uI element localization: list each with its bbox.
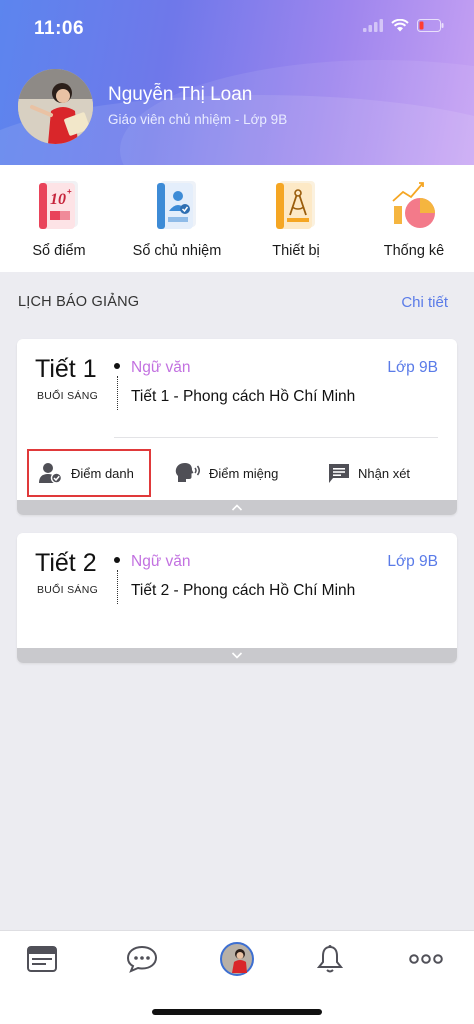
- quick-menu-gradebook[interactable]: 10 + Sổ điểm: [0, 179, 118, 259]
- statistics-icon: [389, 179, 439, 231]
- attendance-icon: [39, 463, 63, 484]
- comment-button[interactable]: Nhận xét: [328, 449, 410, 497]
- action-label: Nhận xét: [358, 465, 411, 481]
- lesson-actions: Điểm danh Điểm miệng Nhận xét: [17, 449, 457, 497]
- chevron-up-icon: [231, 504, 243, 511]
- status-icons: [363, 19, 444, 32]
- tab-news[interactable]: [22, 941, 62, 977]
- battery-icon: [417, 19, 444, 32]
- attendance-button[interactable]: Điểm danh: [27, 449, 151, 497]
- tab-more[interactable]: [406, 941, 446, 977]
- svg-text:10: 10: [50, 191, 66, 208]
- tab-bar: [0, 930, 474, 1024]
- action-label: Điểm miệng: [209, 465, 279, 481]
- divider: [114, 437, 438, 438]
- cellular-signal-icon: [363, 19, 383, 32]
- collapse-toggle[interactable]: [17, 500, 457, 515]
- equipment-icon: [271, 179, 321, 231]
- wifi-icon: [391, 19, 409, 32]
- timeline: [113, 363, 121, 410]
- quick-menu: 10 + Sổ điểm Sổ chủ nhiệm Thiết bị Thống…: [0, 165, 474, 272]
- comment-icon: [329, 463, 349, 483]
- profile-avatar: [220, 942, 254, 976]
- svg-text:+: +: [67, 187, 72, 196]
- period-label: Tiết 2: [35, 549, 97, 577]
- class-label: Lớp 9B: [387, 359, 438, 376]
- subject-label: Ngữ văn: [131, 359, 191, 376]
- class-label: Lớp 9B: [387, 553, 438, 570]
- subject-label: Ngữ văn: [131, 553, 191, 570]
- oral-grade-button[interactable]: Điểm miệng: [175, 449, 278, 497]
- user-role: Giáo viên chủ nhiệm - Lớp 9B: [108, 112, 288, 127]
- quick-menu-statistics[interactable]: Thống kê: [355, 179, 473, 259]
- quick-menu-label: Sổ chủ nhiệm: [132, 243, 222, 259]
- lesson-topic: Tiết 2 - Phong cách Hồ Chí Minh: [131, 582, 356, 599]
- period-label: Tiết 1: [35, 355, 97, 383]
- tab-notifications[interactable]: [310, 941, 350, 977]
- lesson-topic: Tiết 1 - Phong cách Hồ Chí Minh: [131, 388, 356, 405]
- expand-toggle[interactable]: [17, 648, 457, 663]
- homeroom-book-icon: [152, 179, 202, 231]
- lesson-card[interactable]: Tiết 1 BUỔI SÁNG Ngữ văn Tiết 1 - Phong …: [17, 339, 457, 515]
- timeline-dotted-line: [116, 376, 119, 410]
- section-title: LỊCH BÁO GIẢNG: [18, 294, 140, 310]
- timeline: [113, 557, 121, 604]
- chevron-down-icon: [231, 652, 243, 659]
- speaking-icon: [175, 463, 200, 482]
- quick-menu-homeroom[interactable]: Sổ chủ nhiệm: [118, 179, 236, 259]
- action-label: Điểm danh: [71, 465, 134, 481]
- quick-menu-label: Thống kê: [383, 243, 445, 259]
- gradebook-icon: 10 +: [34, 179, 84, 231]
- teacher-photo: [18, 69, 93, 144]
- tab-chat[interactable]: [122, 941, 162, 977]
- tab-profile[interactable]: [217, 941, 257, 977]
- quick-menu-equipment[interactable]: Thiết bị: [237, 179, 355, 259]
- bell-icon: [317, 945, 343, 973]
- quick-menu-label: Sổ điểm: [32, 243, 86, 259]
- chat-icon: [126, 945, 158, 973]
- more-icon: [409, 954, 443, 964]
- quick-menu-label: Thiết bị: [272, 243, 320, 259]
- detail-link[interactable]: Chi tiết: [401, 294, 448, 311]
- news-icon: [27, 946, 57, 972]
- timeline-dot: [114, 557, 120, 563]
- timeline-dotted-line: [116, 570, 119, 604]
- avatar[interactable]: [18, 69, 93, 144]
- home-indicator: [152, 1009, 322, 1015]
- profile-header: 11:06 Nguyễn Thị Loan Giáo viên chủ nhiệ…: [0, 0, 474, 165]
- status-time: 11:06: [34, 18, 85, 39]
- timeline-dot: [114, 363, 120, 369]
- user-name: Nguyễn Thị Loan: [108, 84, 253, 105]
- session-label: BUỔI SÁNG: [37, 584, 99, 596]
- session-label: BUỔI SÁNG: [37, 390, 99, 402]
- lesson-card[interactable]: Tiết 2 BUỔI SÁNG Ngữ văn Tiết 2 - Phong …: [17, 533, 457, 663]
